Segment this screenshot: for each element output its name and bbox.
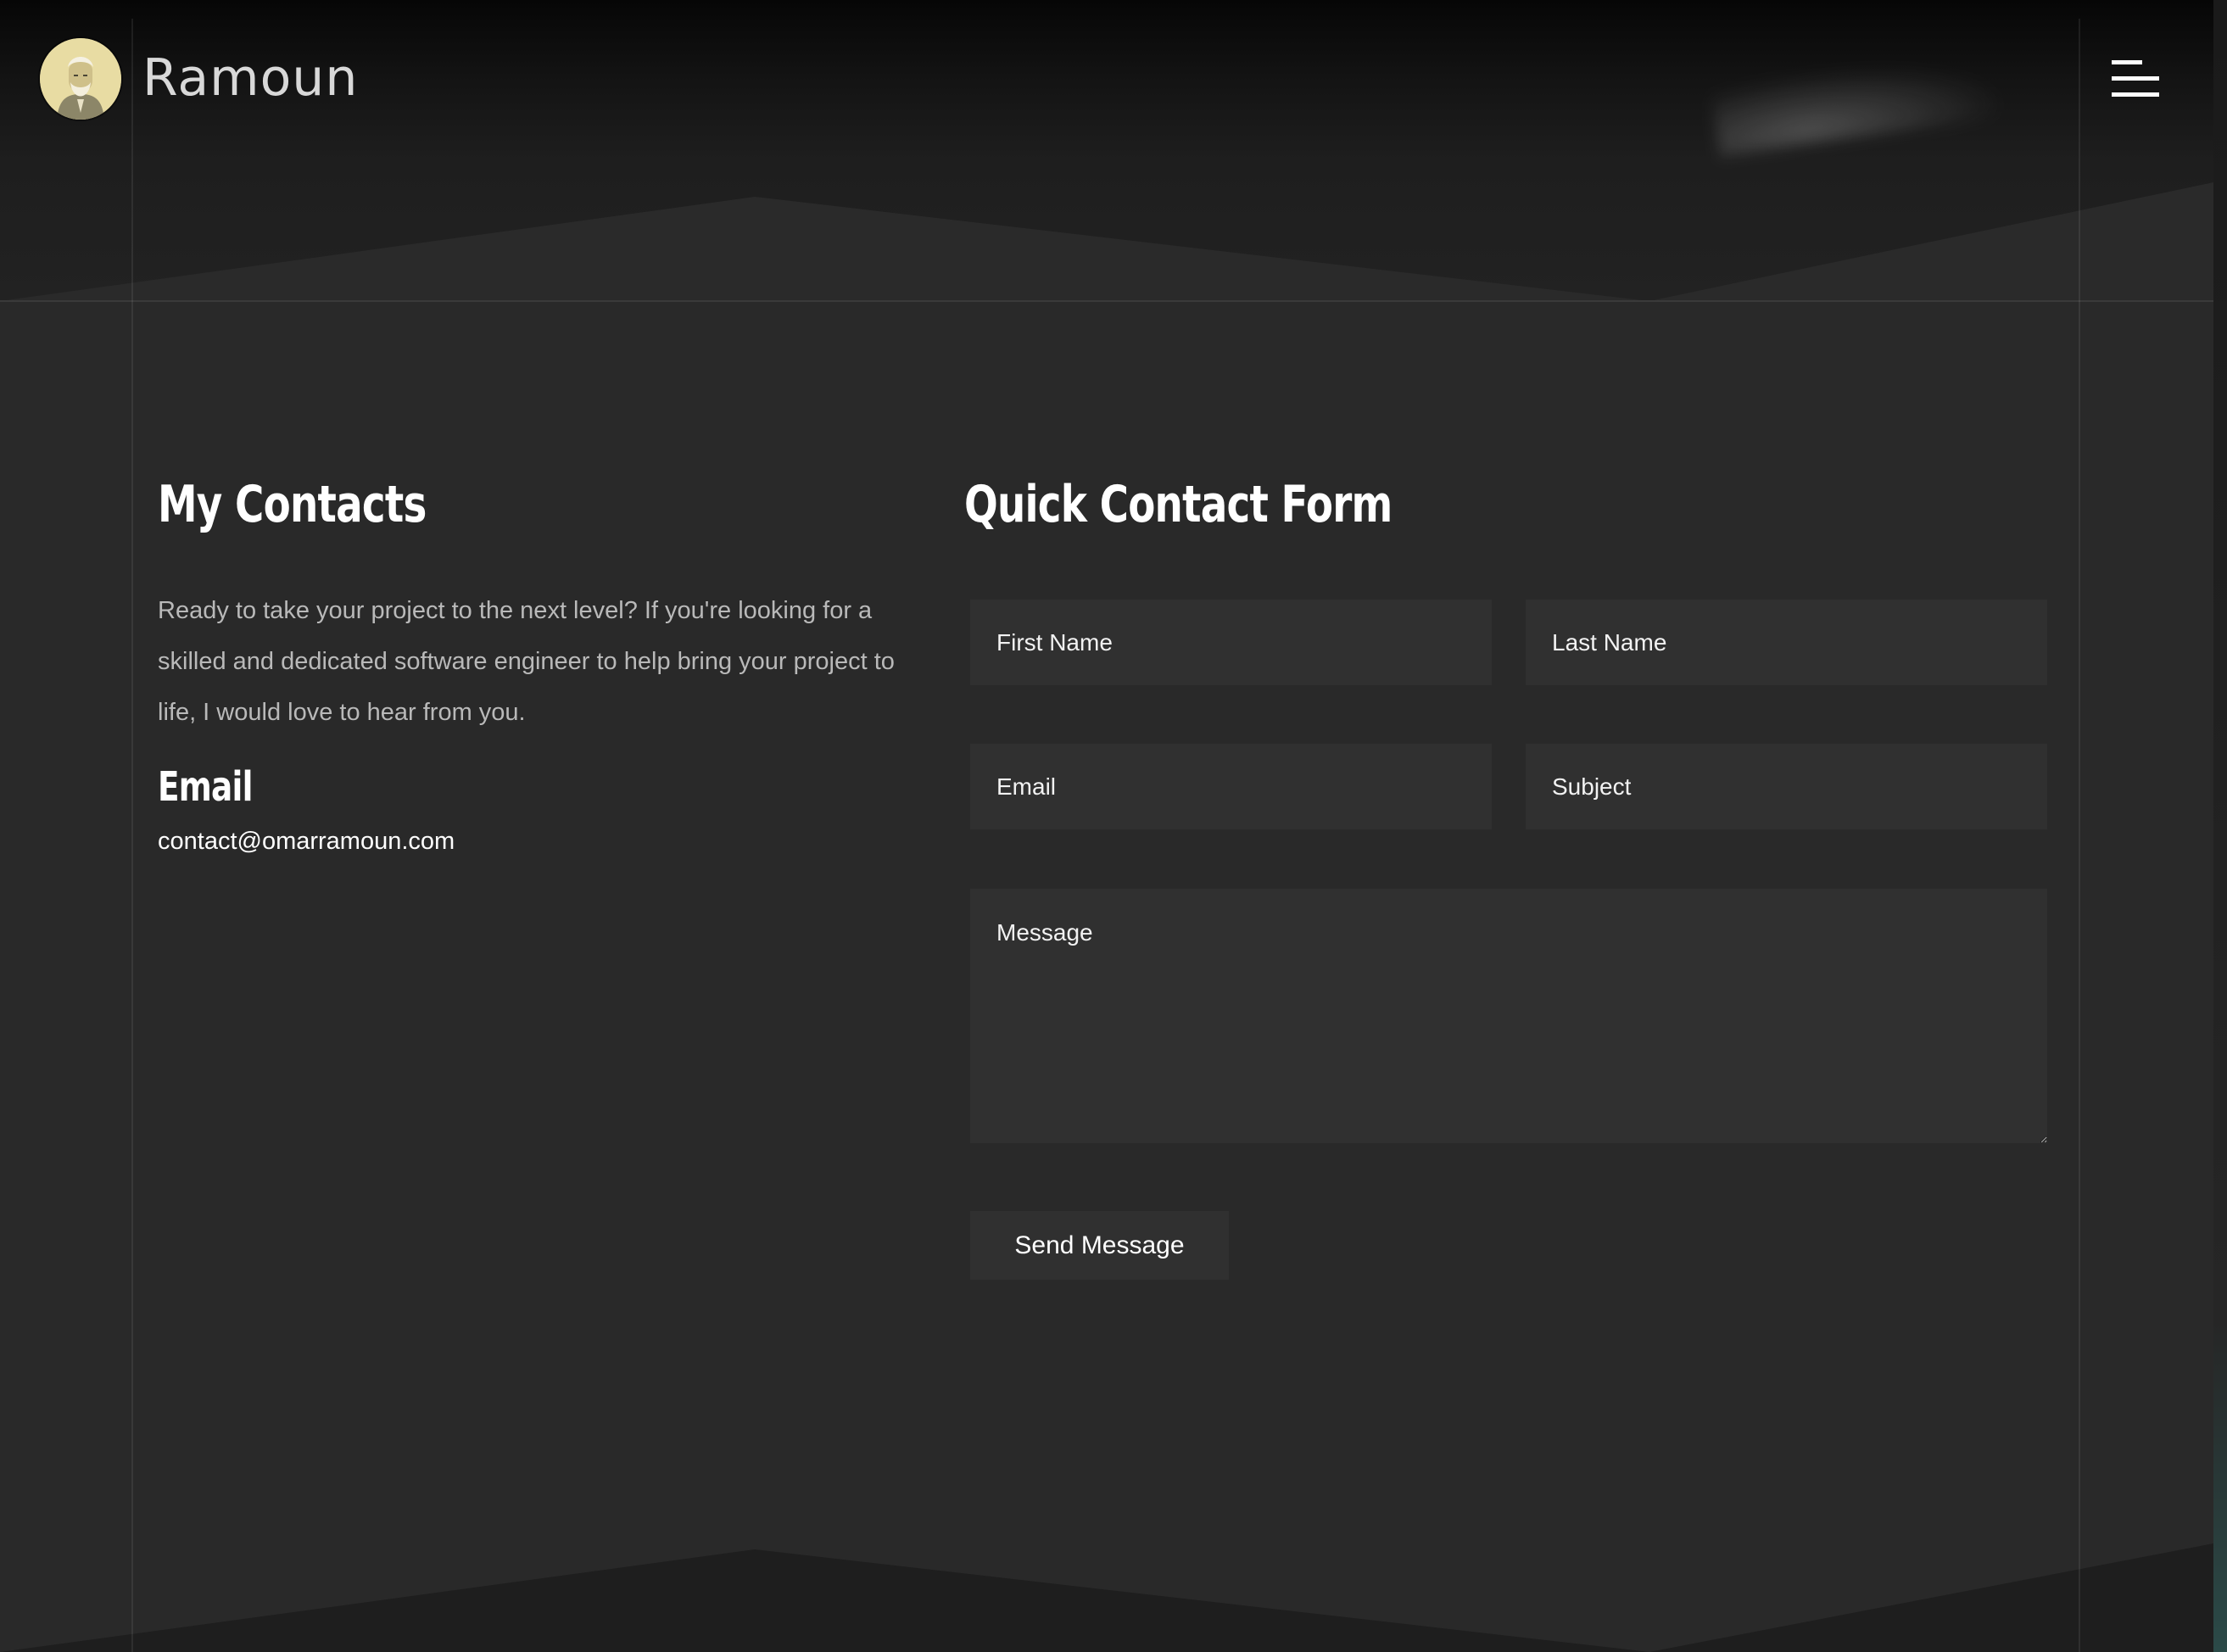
bearded-man-portrait-icon	[40, 38, 121, 120]
email-heading: Email	[158, 763, 253, 811]
subject-field[interactable]	[1526, 744, 2047, 829]
contacts-intro: Ready to take your project to the next l…	[158, 597, 895, 726]
logo-avatar[interactable]	[40, 38, 121, 120]
header-divider	[0, 300, 2213, 302]
contacts-title: My Contacts	[158, 475, 427, 534]
send-message-button[interactable]: Send Message	[970, 1211, 1229, 1280]
brand-name[interactable]: Ramoun	[142, 47, 358, 109]
right-edge-strip	[2213, 0, 2227, 1652]
menu-button[interactable]	[2112, 59, 2159, 98]
first-name-field[interactable]	[970, 600, 1492, 685]
right-guide-line	[2079, 19, 2080, 1652]
last-name-field[interactable]	[1526, 600, 2047, 685]
email-field[interactable]	[970, 744, 1492, 829]
contact-page: Ramoun My Contacts Ready to take your pr…	[0, 0, 2227, 1652]
message-field[interactable]	[970, 889, 2047, 1143]
header-decorative-shape	[0, 182, 2213, 301]
email-address[interactable]: contact@omarramoun.com	[158, 828, 455, 856]
hamburger-menu-icon	[2112, 60, 2159, 97]
footer-decorative-shape	[0, 1543, 2213, 1652]
left-guide-line	[131, 19, 133, 1652]
form-title: Quick Contact Form	[964, 475, 1393, 534]
